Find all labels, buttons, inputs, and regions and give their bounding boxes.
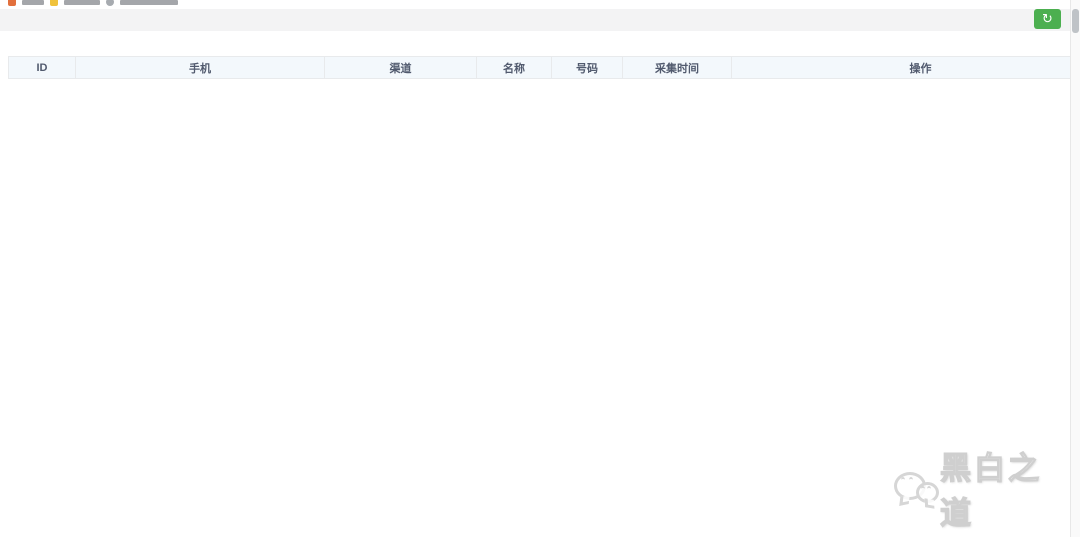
scrollbar[interactable] — [1070, 0, 1080, 537]
watermark-text: 黑白之道 — [939, 450, 1042, 531]
app-screen: ↻ ID 手机 渠道 名称 号码 采集时间 操作 黑白之道 — [0, 0, 1080, 537]
watermark: 黑白之道 — [892, 450, 1072, 532]
breadcrumb-text-masked — [120, 0, 178, 5]
refresh-icon: ↻ — [1042, 11, 1053, 27]
wechat-icon — [892, 466, 939, 510]
content-area: ID 手机 渠道 名称 号码 采集时间 操作 — [0, 31, 1080, 79]
refresh-button[interactable]: ↻ — [1034, 9, 1061, 29]
toolbar-band: ↻ — [0, 9, 1072, 31]
column-header: 操作 — [731, 56, 1080, 79]
column-header: 号码 — [551, 56, 623, 79]
scrollbar-thumb[interactable] — [1072, 9, 1079, 33]
column-header: 手机 — [75, 56, 325, 79]
breadcrumb-text-masked — [64, 0, 100, 5]
file-icon — [106, 0, 114, 6]
folder-icon — [50, 0, 58, 6]
breadcrumb-text-masked — [22, 0, 44, 5]
column-header: 采集时间 — [622, 56, 732, 79]
grid-icon — [8, 0, 16, 6]
column-header: 名称 — [476, 56, 552, 79]
table-header-row: ID 手机 渠道 名称 号码 采集时间 操作 — [8, 56, 1080, 79]
column-header: 渠道 — [324, 56, 477, 79]
data-table: ID 手机 渠道 名称 号码 采集时间 操作 — [8, 56, 1080, 79]
column-header: ID — [8, 56, 76, 79]
breadcrumb — [0, 0, 1072, 9]
